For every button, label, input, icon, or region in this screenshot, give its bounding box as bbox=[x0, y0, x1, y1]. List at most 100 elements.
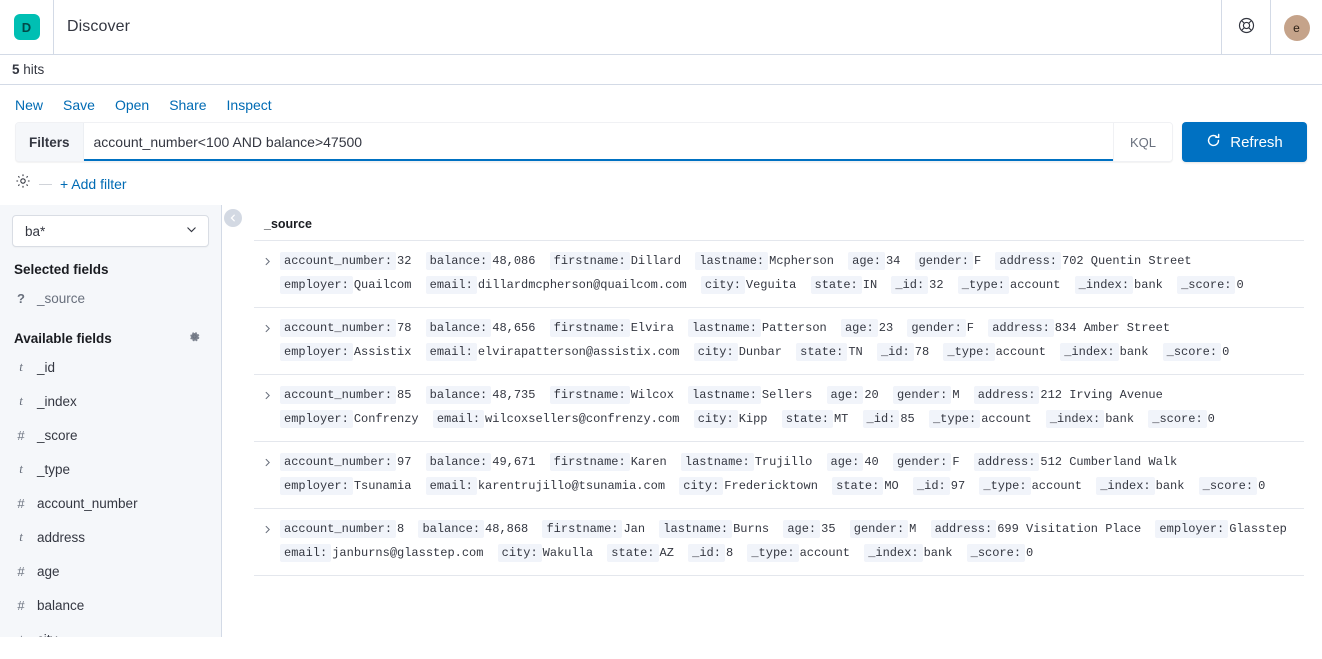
refresh-button[interactable]: Refresh bbox=[1182, 122, 1307, 162]
discover-body: ba* Selected fields ? _source Available … bbox=[0, 205, 1322, 637]
collapse-sidebar-icon[interactable] bbox=[224, 209, 242, 227]
document-table: _source account_number:32 balance:48,086… bbox=[222, 205, 1322, 637]
query-input[interactable] bbox=[84, 123, 1113, 161]
field-value: Kipp bbox=[739, 412, 768, 426]
field-key: state: bbox=[811, 276, 862, 294]
table-row[interactable]: account_number:78 balance:48,656 firstna… bbox=[254, 308, 1304, 375]
field-value: 0 bbox=[1026, 546, 1033, 560]
field-key: _id: bbox=[877, 343, 914, 361]
gear-icon[interactable] bbox=[15, 173, 31, 194]
top-menu-save[interactable]: Save bbox=[63, 97, 95, 113]
column-header-source: _source bbox=[254, 205, 1304, 241]
help-lifebuoy-icon bbox=[1238, 17, 1255, 39]
field-item-city[interactable]: t city bbox=[12, 622, 209, 637]
field-value: Dunbar bbox=[739, 345, 782, 359]
top-menu-new[interactable]: New bbox=[15, 97, 43, 113]
field-key: email: bbox=[426, 343, 477, 361]
field-key: firstname: bbox=[550, 252, 630, 270]
field-label: _type bbox=[37, 462, 70, 477]
kibana-discover-app: D Discover e bbox=[0, 0, 1322, 659]
source-cell: account_number:78 balance:48,656 firstna… bbox=[280, 316, 1304, 364]
field-value: 34 bbox=[886, 254, 900, 268]
field-value: 8 bbox=[397, 522, 404, 536]
global-header: D Discover e bbox=[0, 0, 1322, 55]
field-item-balance[interactable]: # balance bbox=[12, 588, 209, 622]
chevron-right-icon[interactable] bbox=[254, 517, 280, 538]
field-item-_id[interactable]: t _id bbox=[12, 350, 209, 384]
top-menu-share[interactable]: Share bbox=[169, 97, 206, 113]
discover-logo-icon: D bbox=[14, 14, 40, 40]
field-key: employer: bbox=[280, 477, 353, 495]
top-menu-inspect[interactable]: Inspect bbox=[227, 97, 272, 113]
field-key: age: bbox=[827, 453, 864, 471]
field-key: balance: bbox=[418, 520, 484, 538]
avatar: e bbox=[1284, 15, 1310, 41]
field-value: 78 bbox=[915, 345, 929, 359]
table-row[interactable]: account_number:8 balance:48,868 firstnam… bbox=[254, 509, 1304, 576]
field-key: age: bbox=[827, 386, 864, 404]
field-value: 0 bbox=[1258, 479, 1265, 493]
field-value: Confrenzy bbox=[354, 412, 419, 426]
field-key: firstname: bbox=[542, 520, 622, 538]
field-item-_index[interactable]: t _index bbox=[12, 384, 209, 418]
table-row[interactable]: account_number:97 balance:49,671 firstna… bbox=[254, 442, 1304, 509]
field-value: AZ bbox=[660, 546, 674, 560]
field-value: F bbox=[952, 455, 959, 469]
query-input-focus-underline bbox=[84, 159, 1113, 161]
field-key: _index: bbox=[1096, 477, 1154, 495]
field-key: city: bbox=[694, 410, 738, 428]
field-settings-gear-icon[interactable] bbox=[188, 330, 209, 346]
field-type-number-icon: # bbox=[15, 428, 27, 443]
user-menu-button[interactable]: e bbox=[1271, 0, 1322, 55]
field-value: 48,735 bbox=[492, 388, 535, 402]
field-key: _type: bbox=[929, 410, 980, 428]
field-key: address: bbox=[931, 520, 997, 538]
help-button[interactable] bbox=[1222, 0, 1270, 55]
field-key: _type: bbox=[747, 544, 798, 562]
query-bar: Filters KQL bbox=[15, 122, 1173, 162]
field-key: _id: bbox=[688, 544, 725, 562]
field-key: gender: bbox=[915, 252, 973, 270]
hits-label: hits bbox=[23, 62, 44, 77]
field-key: address: bbox=[974, 386, 1040, 404]
app-logo-cell[interactable]: D bbox=[0, 0, 54, 55]
chevron-right-icon[interactable] bbox=[254, 450, 280, 471]
field-item-address[interactable]: t address bbox=[12, 520, 209, 554]
add-filter-button[interactable]: + Add filter bbox=[60, 176, 127, 192]
field-key: lastname: bbox=[695, 252, 768, 270]
field-item-account-number[interactable]: # account_number bbox=[12, 486, 209, 520]
field-value: bank bbox=[924, 546, 953, 560]
field-value: 23 bbox=[879, 321, 893, 335]
field-key: _score: bbox=[1148, 410, 1206, 428]
field-key: gender: bbox=[893, 386, 951, 404]
index-pattern-select[interactable]: ba* bbox=[12, 215, 209, 247]
field-item-_type[interactable]: t _type bbox=[12, 452, 209, 486]
field-key: account_number: bbox=[280, 319, 396, 337]
field-item-source[interactable]: ? _source bbox=[12, 281, 209, 315]
field-label: address bbox=[37, 530, 85, 545]
field-key: balance: bbox=[426, 252, 492, 270]
chevron-right-icon[interactable] bbox=[254, 383, 280, 404]
field-item-_score[interactable]: # _score bbox=[12, 418, 209, 452]
field-value: F bbox=[974, 254, 981, 268]
field-item-age[interactable]: # age bbox=[12, 554, 209, 588]
source-cell: account_number:85 balance:48,735 firstna… bbox=[280, 383, 1304, 431]
field-key: _score: bbox=[1163, 343, 1221, 361]
chevron-right-icon[interactable] bbox=[254, 249, 280, 270]
field-key: age: bbox=[783, 520, 820, 538]
table-row[interactable]: account_number:32 balance:48,086 firstna… bbox=[254, 241, 1304, 308]
field-value: 702 Quentin Street bbox=[1062, 254, 1192, 268]
hits-count: 5 bbox=[12, 62, 20, 77]
hits-bar: 5 hits bbox=[0, 55, 1322, 85]
top-menu-open[interactable]: Open bbox=[115, 97, 149, 113]
field-key: account_number: bbox=[280, 453, 396, 471]
query-language-switcher[interactable]: KQL bbox=[1113, 123, 1172, 161]
field-value: Jan bbox=[623, 522, 645, 536]
table-row[interactable]: account_number:85 balance:48,735 firstna… bbox=[254, 375, 1304, 442]
field-value: bank bbox=[1134, 278, 1163, 292]
refresh-icon bbox=[1206, 133, 1221, 152]
field-key: _score: bbox=[967, 544, 1025, 562]
field-key: address: bbox=[995, 252, 1061, 270]
field-key: employer: bbox=[280, 410, 353, 428]
chevron-right-icon[interactable] bbox=[254, 316, 280, 337]
